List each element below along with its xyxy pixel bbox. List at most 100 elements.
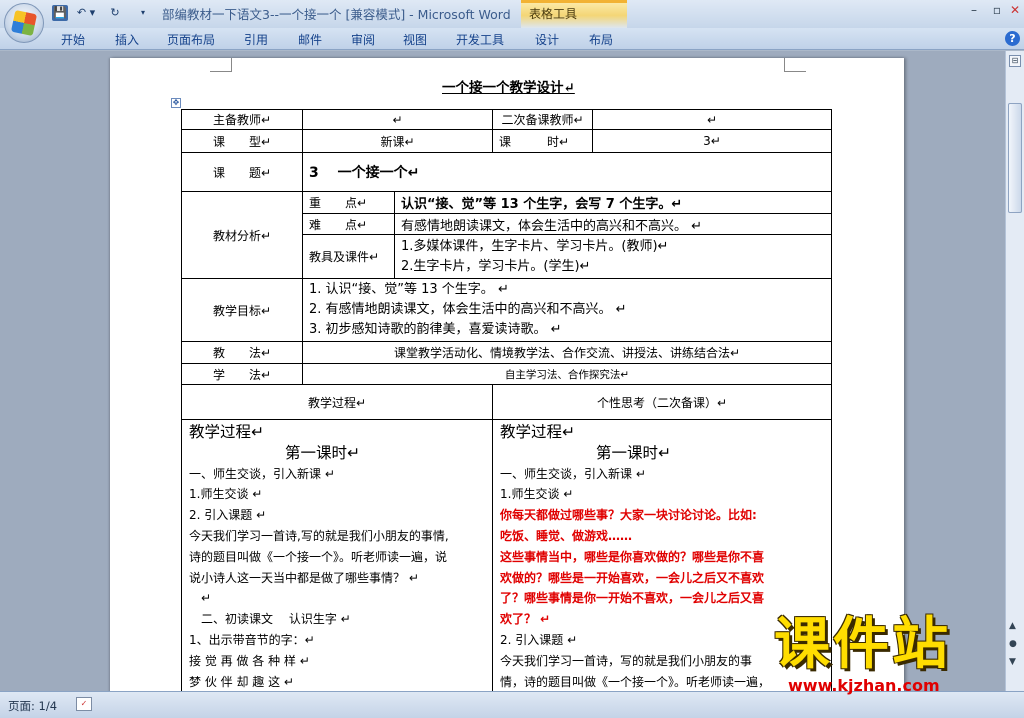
- process-left-cell[interactable]: 教学过程↵ 第一课时↵ 一、师生交谈，引入新课 ↵ 1.师生交谈 ↵ 2. 引入…: [181, 419, 493, 718]
- goal-item: 2. 有感情地朗读课文，体会生活中的高兴和不高兴。 ↵: [309, 302, 627, 317]
- process-line: ↵: [201, 591, 212, 606]
- second-teacher-value[interactable]: ↵: [592, 109, 832, 130]
- table-move-handle-icon[interactable]: ✥: [171, 98, 181, 108]
- highlighted-line: 了？哪些事情是你一开始不喜欢，一会儿之后又喜: [500, 591, 765, 606]
- process-line: 今天我们学习一首诗,写的就是我们小朋友的事情,: [189, 528, 449, 543]
- process-line: 梦 伙 伴 却 趣 这 ↵: [189, 674, 294, 689]
- tab-page-layout[interactable]: 页面布局: [167, 31, 215, 48]
- highlighted-line: 你每天都做过哪些事？大家一块讨论讨论。比如:: [500, 508, 757, 523]
- window-title: 部编教材一下语文3--一个接一个 [兼容模式] - Microsoft Word: [162, 7, 511, 22]
- process-line: 接 觉 再 做 各 种 样 ↵: [189, 653, 310, 668]
- office-logo-icon: [10, 9, 38, 37]
- maximize-button[interactable]: ▫: [988, 2, 1006, 18]
- lesson-plan-table[interactable]: 主备教师↵ ↵ 二次备课教师↵ ↵ 课 型↵ 新课↵ 课 时↵ 3↵ 课 题↵ …: [181, 109, 832, 718]
- teaching-method-value[interactable]: 课堂教学活动化、情境教学法、合作交流、讲授法、讲练结合法↵: [302, 341, 832, 364]
- tab-design[interactable]: 设计: [535, 31, 559, 48]
- lesson-type-value[interactable]: 新课↵: [302, 129, 493, 153]
- key-point-value[interactable]: 认识“接、觉”等 13 个生字，会写 7 个生字。↵: [394, 191, 832, 214]
- tab-layout[interactable]: 布局: [589, 31, 613, 48]
- title-bar: 表格工具 💾 ↶ ▾ ↻ ▾ 部编教材一下语文3--一个接一个 [兼容模式] -…: [0, 0, 1024, 28]
- tab-developer[interactable]: 开发工具: [456, 31, 504, 48]
- tools-line: 2.生字卡片，学习卡片。(学生)↵: [401, 258, 591, 274]
- table-row: 学 法↵ 自主学习法、合作探究法↵: [181, 363, 832, 385]
- process-line: 教学过程↵: [189, 423, 264, 441]
- table-row: 课 题↵ 3 一个接一个↵: [181, 152, 832, 192]
- browse-object-icon[interactable]: ●: [1009, 639, 1017, 649]
- word-window: 表格工具 💾 ↶ ▾ ↻ ▾ 部编教材一下语文3--一个接一个 [兼容模式] -…: [0, 0, 1024, 718]
- office-button[interactable]: [4, 3, 44, 43]
- table-tools-label: 表格工具: [529, 7, 578, 21]
- tab-mailings[interactable]: 邮件: [298, 31, 322, 48]
- proofing-icon[interactable]: ✓: [76, 697, 92, 711]
- process-line: 二、初读课文 认识生字 ↵: [201, 612, 351, 627]
- difficulty-label: 难 点↵: [302, 213, 395, 235]
- process-line: 1、出示带音节的字：↵: [189, 632, 315, 647]
- learning-method-value[interactable]: 自主学习法、合作探究法↵: [302, 363, 832, 385]
- tab-view[interactable]: 视图: [403, 31, 427, 48]
- watermark-logo: 课件站 www.kjzhan.com: [774, 612, 1002, 696]
- tab-insert[interactable]: 插入: [115, 31, 139, 48]
- close-button[interactable]: ✕: [1006, 2, 1024, 18]
- topic-value[interactable]: 3 一个接一个↵: [302, 152, 832, 192]
- table-row: 课 型↵ 新课↵ 课 时↵ 3↵: [181, 129, 832, 153]
- main-teacher-value[interactable]: ↵: [302, 109, 493, 130]
- lesson-hours-value[interactable]: 3↵: [592, 129, 832, 153]
- teaching-method-label: 教 法↵: [181, 341, 303, 364]
- previous-page-icon[interactable]: ▲: [1009, 621, 1016, 631]
- process-line: 一、师生交谈，引入新课 ↵: [500, 466, 646, 481]
- status-bar: 页面: 1/4 ✓: [0, 691, 1024, 718]
- crop-mark: [210, 58, 232, 72]
- tools-value[interactable]: 1.多媒体课件，生字卡片、学习卡片。(教师)↵ 2.生字卡片，学习卡片。(学生)↵: [394, 234, 832, 279]
- lesson-type-label: 课 型↵: [181, 129, 303, 153]
- tools-label: 教具及课件↵: [302, 234, 395, 279]
- goal-item: 3. 初步感知诗歌的韵律美，喜爱读诗歌。 ↵: [309, 322, 562, 337]
- tab-references[interactable]: 引用: [244, 31, 268, 48]
- redo-icon[interactable]: ↻: [106, 5, 124, 21]
- process-line: 1.师生交谈 ↵: [500, 487, 574, 502]
- goals-value[interactable]: 1. 认识“接、觉”等 13 个生字。 ↵ 2. 有感情地朗读课文，体会生活中的高…: [302, 278, 832, 342]
- tab-home[interactable]: 开始: [61, 31, 85, 48]
- main-teacher-label: 主备教师↵: [181, 109, 303, 130]
- minimize-button[interactable]: –: [965, 2, 983, 18]
- lesson-hours-label: 课 时↵: [492, 129, 593, 153]
- customize-qat-icon[interactable]: ▾: [138, 5, 148, 21]
- highlighted-line: 这些事情当中，哪些是你喜欢做的？哪些是你不喜: [500, 549, 765, 564]
- save-icon[interactable]: 💾: [52, 5, 68, 21]
- undo-icon[interactable]: ↶ ▾: [74, 5, 98, 21]
- vertical-scrollbar[interactable]: ⊟ ▲ ● ▼: [1005, 51, 1024, 691]
- process-line: 第一课时↵: [285, 443, 360, 462]
- process-line: 说小诗人这一天当中都是做了哪些事情？ ↵: [189, 570, 419, 585]
- next-page-icon[interactable]: ▼: [1009, 657, 1016, 667]
- learning-method-label: 学 法↵: [181, 363, 303, 385]
- process-header: 教学过程↵: [181, 384, 493, 420]
- process-line: 诗的题目叫做《一个接一个》。听老师读一遍，说: [189, 549, 448, 564]
- difficulty-value[interactable]: 有感情地朗读课文，体会生活中的高兴和不高兴。 ↵: [394, 213, 832, 235]
- scrollbar-thumb[interactable]: [1008, 103, 1022, 213]
- ribbon-tab-bar: 开始 插入 页面布局 引用 邮件 审阅 视图 开发工具 设计 布局: [0, 28, 1024, 50]
- split-view-icon[interactable]: ⊟: [1009, 55, 1021, 67]
- watermark-text: 课件站: [774, 612, 951, 677]
- process-line: 2. 引入课题 ↵: [189, 508, 267, 523]
- process-line: 1.师生交谈 ↵: [189, 487, 263, 502]
- page-indicator[interactable]: 页面: 1/4: [8, 698, 57, 714]
- document-heading: 一个接一个教学设计↵: [442, 80, 575, 96]
- table-row: 主备教师↵ ↵ 二次备课教师↵ ↵: [181, 109, 832, 130]
- contextual-tab-group: 表格工具: [521, 0, 627, 28]
- topic-label: 课 题↵: [181, 152, 303, 192]
- process-line: 第一课时↵: [596, 443, 671, 462]
- crop-mark: [784, 58, 806, 72]
- personal-thoughts-header: 个性思考（二次备课）↵: [492, 384, 832, 420]
- help-icon[interactable]: ?: [1005, 31, 1020, 46]
- process-line: 教学过程↵: [500, 423, 575, 441]
- goals-label: 教学目标↵: [181, 278, 303, 342]
- tools-line: 1.多媒体课件，生字卡片、学习卡片。(教师)↵: [401, 238, 669, 254]
- highlighted-line: 吃饭、睡觉、做游戏……: [500, 528, 633, 543]
- process-line: 一、师生交谈，引入新课 ↵: [189, 466, 335, 481]
- goal-item: 1. 认识“接、觉”等 13 个生字。 ↵: [309, 282, 509, 297]
- table-row: 教材分析↵ 重 点↵ 认识“接、觉”等 13 个生字，会写 7 个生字。↵: [181, 191, 832, 279]
- document-page[interactable]: 一个接一个教学设计↵ ✥ 主备教师↵ ↵ 二次备课教师↵ ↵ 课 型↵ 新课↵ …: [110, 58, 904, 718]
- second-teacher-label: 二次备课教师↵: [492, 109, 593, 130]
- tab-review[interactable]: 审阅: [351, 31, 375, 48]
- table-row: 教学目标↵ 1. 认识“接、觉”等 13 个生字。 ↵ 2. 有感情地朗读课文，体…: [181, 278, 832, 342]
- table-row: 教学过程↵ 第一课时↵ 一、师生交谈，引入新课 ↵ 1.师生交谈 ↵ 2. 引入…: [181, 419, 832, 718]
